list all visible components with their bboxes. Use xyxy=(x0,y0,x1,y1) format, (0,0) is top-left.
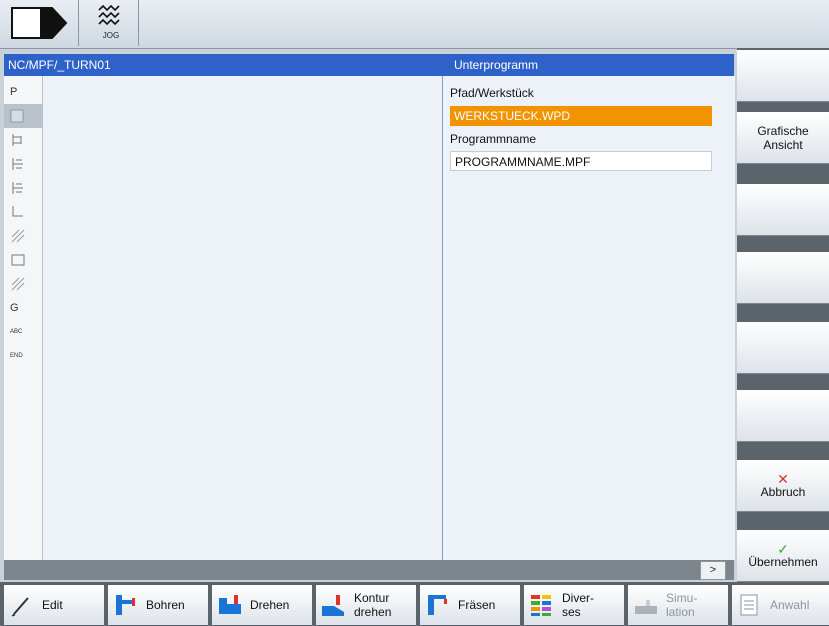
gutter-contour-icon xyxy=(4,200,42,224)
program-name-label: Programmname xyxy=(450,132,537,146)
softkey-label: Grafische xyxy=(757,123,809,138)
turning-icon xyxy=(216,592,244,618)
milling-icon xyxy=(424,592,452,618)
jog-label: JOG xyxy=(102,31,120,40)
softkey-v6[interactable] xyxy=(737,390,829,442)
softkey-label: Ansicht xyxy=(763,137,803,152)
softkey-label: Edit xyxy=(42,598,63,612)
gutter-hatch-icon xyxy=(4,224,42,248)
jog-wave-icon xyxy=(98,4,120,26)
divider xyxy=(138,0,139,46)
program-gutter: P G ABC END xyxy=(4,76,43,560)
hatch-icon xyxy=(11,229,25,243)
pencil-icon xyxy=(8,592,36,618)
softkey-label: Fräsen xyxy=(458,598,496,612)
pocket-icon xyxy=(11,254,25,266)
diverses-button[interactable]: Diver- ses xyxy=(524,585,624,625)
program-name-field[interactable]: PROGRAMMNAME.MPF xyxy=(450,151,712,171)
cancel-x-icon: ✕ xyxy=(777,470,789,487)
anwahl-button[interactable]: Anwahl xyxy=(732,585,829,625)
gutter-pocket-icon xyxy=(4,248,42,272)
softkey-label: Übernehmen xyxy=(748,554,818,569)
gutter-p: P xyxy=(10,86,18,98)
softkey-label: Anwahl xyxy=(770,598,810,612)
hatched-block-icon xyxy=(10,109,24,123)
softkey-v3[interactable] xyxy=(737,184,829,236)
contour-icon xyxy=(12,206,23,217)
softkey-label: Simu- xyxy=(666,591,698,605)
bohren-button[interactable]: Bohren xyxy=(108,585,208,625)
softkey-label: ses xyxy=(562,605,581,619)
grafische-ansicht-button[interactable]: Grafische Ansicht xyxy=(737,112,829,164)
abbruch-button[interactable]: ✕ Abbruch xyxy=(737,460,829,512)
gutter-g: G xyxy=(10,302,19,314)
gutter-turn-icon xyxy=(4,152,42,176)
drill-cycle-icon xyxy=(12,134,22,146)
softkey-label: Drehen xyxy=(250,598,290,612)
gutter-block-icon xyxy=(4,104,42,128)
softkey-label: Bohren xyxy=(146,598,185,612)
path-field[interactable]: WERKSTUECK.WPD xyxy=(450,106,712,126)
drill-icon xyxy=(112,592,140,618)
softkey-label: drehen xyxy=(354,605,392,619)
softkey-v1[interactable] xyxy=(737,50,829,102)
kontur-drehen-button[interactable]: Kontur drehen xyxy=(316,585,416,625)
softkey-label: Diver- xyxy=(562,591,594,605)
turn-cycle-icon xyxy=(12,182,23,194)
path-label: Pfad/Werkstück xyxy=(450,86,534,100)
hatch-icon xyxy=(11,277,25,291)
softkey-v5[interactable] xyxy=(737,322,829,374)
more-button[interactable]: > xyxy=(700,561,726,580)
contour-turning-icon xyxy=(320,592,348,618)
miscellaneous-icon xyxy=(528,592,556,618)
simulation-button[interactable]: Simu- lation xyxy=(628,585,728,625)
jog-mode-indicator: JOG xyxy=(84,4,138,44)
gutter-turn-icon-2 xyxy=(4,176,42,200)
gutter-hatch-icon-2 xyxy=(4,272,42,296)
dialog-title: Unterprogramm xyxy=(444,54,734,76)
softkey-v4[interactable] xyxy=(737,252,829,304)
softkey-label: Abbruch xyxy=(760,484,806,499)
gutter-end: END xyxy=(10,353,23,359)
gutter-abc: ABC xyxy=(10,329,23,335)
program-path-header: NC/MPF/_TURN01 xyxy=(4,54,444,76)
simulation-icon xyxy=(632,592,660,618)
edit-button[interactable]: Edit xyxy=(4,585,104,625)
drehen-button[interactable]: Drehen xyxy=(212,585,312,625)
program-editor-area[interactable] xyxy=(4,76,735,560)
fraesen-button[interactable]: Fräsen xyxy=(420,585,520,625)
top-bar: JOG xyxy=(0,0,829,49)
arrow-right-icon xyxy=(11,7,68,39)
nc-document-icon xyxy=(736,592,764,618)
softkey-label: Kontur xyxy=(354,591,390,605)
turn-cycle-icon xyxy=(12,158,23,170)
operating-area-arrow[interactable] xyxy=(0,0,79,46)
softkey-label: lation xyxy=(666,605,695,619)
divider xyxy=(442,76,443,560)
gutter-drill-icon xyxy=(4,128,42,152)
checkmark-icon: ✓ xyxy=(777,540,789,557)
status-bar xyxy=(4,560,734,580)
uebernehmen-button[interactable]: ✓ Übernehmen xyxy=(737,530,829,582)
